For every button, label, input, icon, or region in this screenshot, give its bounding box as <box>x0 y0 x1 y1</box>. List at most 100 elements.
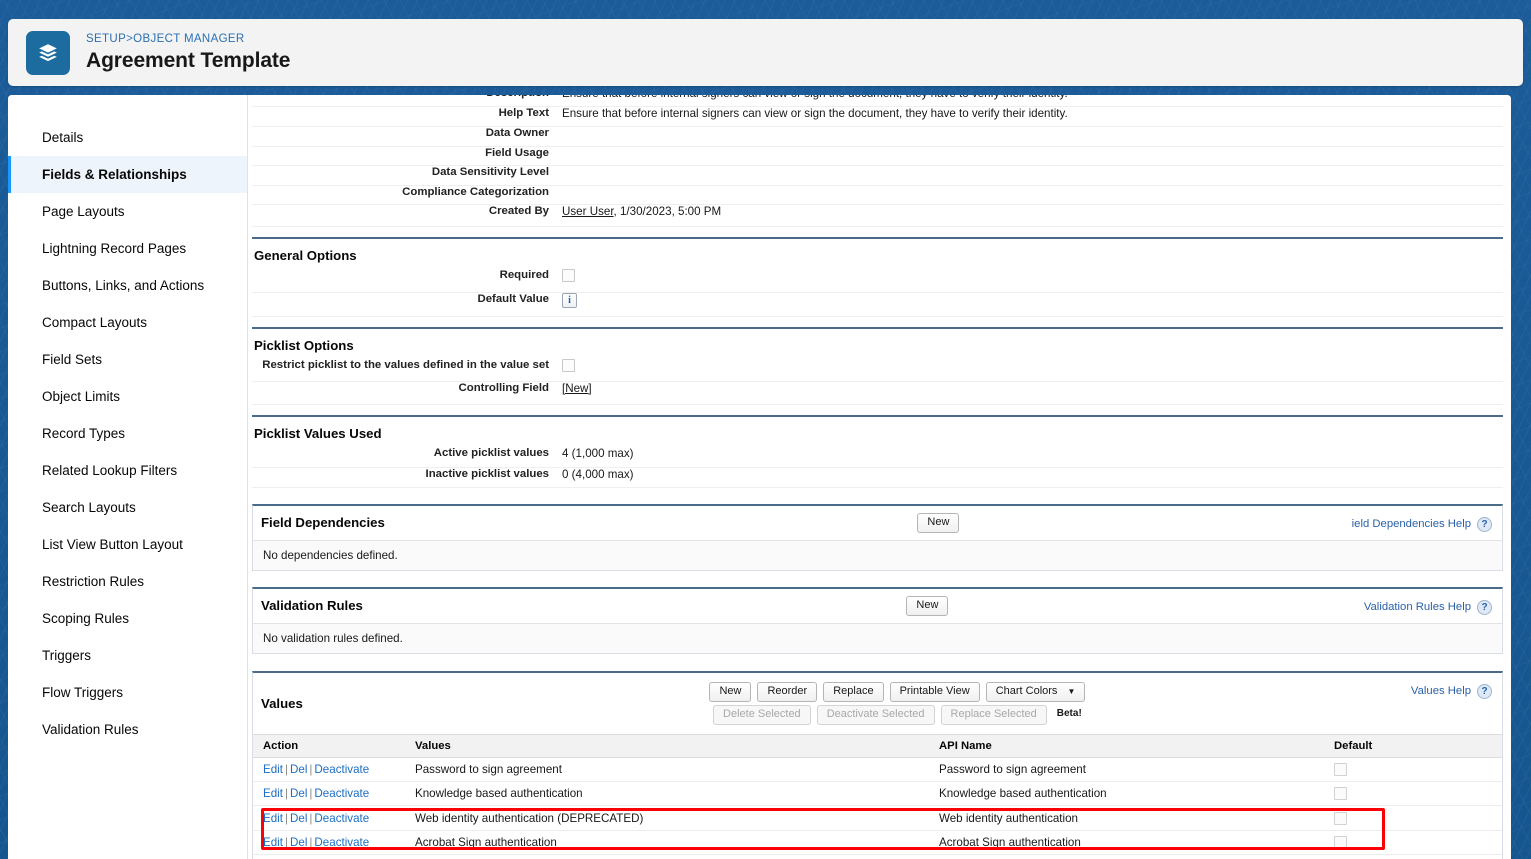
detail-row-created-by: Created By User User, 1/30/2023, 5:00 PM <box>252 205 1503 227</box>
field-dependencies-help-link[interactable]: ield Dependencies Help <box>1352 518 1471 530</box>
breadcrumb-setup-link[interactable]: SETUP <box>86 33 126 45</box>
question-mark-icon[interactable]: ? <box>1477 599 1492 615</box>
restrict-picklist-value <box>562 358 1503 382</box>
detail-row-restrict-picklist: Restrict picklist to the values defined … <box>252 359 1503 382</box>
deactivate-link[interactable]: Deactivate <box>314 812 369 825</box>
values-panel: Values New Reorder Replace Printable Vie… <box>252 670 1503 859</box>
del-link[interactable]: Del <box>290 787 307 800</box>
sidebar-item-flow-triggers[interactable]: Flow Triggers <box>8 674 247 711</box>
controlling-field-new-link[interactable]: [New] <box>562 382 592 395</box>
question-mark-icon[interactable]: ? <box>1477 683 1492 699</box>
del-link[interactable]: Del <box>290 812 307 825</box>
del-link[interactable]: Del <box>290 836 307 849</box>
sidebar-item-page-layouts[interactable]: Page Layouts <box>8 193 247 230</box>
sidebar-item-related-lookup-filters[interactable]: Related Lookup Filters <box>8 452 247 489</box>
deactivate-link[interactable]: Deactivate <box>314 836 369 849</box>
values-printable-view-button[interactable]: Printable View <box>889 681 980 702</box>
inactive-picklist-values-value: 0 (4,000 max) <box>562 467 634 481</box>
edit-link[interactable]: Edit <box>263 763 283 776</box>
values-help-link[interactable]: Values Help <box>1411 685 1471 697</box>
row-api-name: Acrobat Sign authentication <box>929 830 1324 856</box>
default-checkbox[interactable] <box>1334 811 1347 825</box>
default-checkbox[interactable] <box>1334 762 1347 776</box>
row-default <box>1324 757 1502 782</box>
chevron-down-icon: ▼ <box>1067 686 1076 696</box>
question-mark-icon[interactable]: ? <box>1477 516 1492 532</box>
controlling-field-label: Controlling Field <box>458 382 549 394</box>
field-dependencies-empty-message: No dependencies defined. <box>253 539 1502 570</box>
action-separator: | <box>284 762 288 776</box>
sidebar-item-restriction-rules[interactable]: Restriction Rules <box>8 563 247 600</box>
detail-row-help-text: Help Text Ensure that before internal si… <box>252 107 1503 127</box>
chart-colors-label: Chart Colors <box>995 684 1058 697</box>
sidebar-item-fields-relationships[interactable]: Fields & Relationships <box>8 156 247 193</box>
sidebar-item-lightning-record-pages[interactable]: Lightning Record Pages <box>8 230 247 267</box>
field-usage-value <box>562 146 1503 166</box>
values-reorder-button[interactable]: Reorder <box>757 681 818 702</box>
values-chart-colors-dropdown[interactable]: Chart Colors ▼ <box>985 681 1086 702</box>
created-by-label: Created By <box>488 205 549 217</box>
sidebar-item-validation-rules[interactable]: Validation Rules <box>8 711 247 748</box>
column-header-default: Default <box>1324 733 1502 758</box>
del-link[interactable]: Del <box>290 763 307 776</box>
values-help: Values Help ? <box>1411 683 1492 699</box>
object-layers-icon <box>26 30 70 75</box>
active-picklist-values-value: 4 (1,000 max) <box>562 447 634 460</box>
edit-link[interactable]: Edit <box>263 787 283 800</box>
table-row-highlighted: Edit | Del | Deactivate Acrobat Sign authent… <box>253 830 1502 856</box>
help-text-label: Help Text <box>498 107 549 119</box>
sidebar-item-field-sets[interactable]: Field Sets <box>8 341 247 378</box>
sidebar-item-object-limits[interactable]: Object Limits <box>8 378 247 415</box>
sidebar-item-scoping-rules[interactable]: Scoping Rules <box>8 600 247 637</box>
picklist-values-used-table: Active picklist values 4 (1,000 max) Ina… <box>252 447 1503 488</box>
validation-rules-panel: Validation Rules New Validation Rules He… <box>252 586 1503 654</box>
sidebar-item-buttons-links-actions[interactable]: Buttons, Links, and Actions <box>8 267 247 304</box>
column-header-values: Values <box>405 733 929 758</box>
restrict-picklist-checkbox[interactable] <box>562 358 575 372</box>
breadcrumb-object-manager-link[interactable]: OBJECT MANAGER <box>133 33 244 45</box>
values-delete-selected-button[interactable]: Delete Selected <box>713 704 811 725</box>
values-buttons-row-primary: New Reorder Replace Printable View Chart… <box>709 681 1086 702</box>
info-icon[interactable]: i <box>562 292 577 308</box>
validation-rules-title: Validation Rules <box>261 598 363 613</box>
values-new-button[interactable]: New <box>709 681 752 702</box>
row-value: Acrobat Sign authentication <box>405 830 929 856</box>
created-by-user-link[interactable]: User User <box>562 205 614 218</box>
deactivate-link[interactable]: Deactivate <box>314 787 369 800</box>
default-checkbox[interactable] <box>1334 787 1347 801</box>
validation-rules-help-link[interactable]: Validation Rules Help <box>1364 601 1471 613</box>
detail-row-default-value: Default Value i <box>252 292 1503 316</box>
edit-link[interactable]: Edit <box>263 812 283 825</box>
row-actions: Edit | Del | Deactivate <box>253 830 405 856</box>
validation-rules-empty-message: No validation rules defined. <box>253 622 1502 653</box>
values-buttons-row-secondary: Delete Selected Deactivate Selected Repl… <box>713 704 1082 725</box>
row-api-name: Web identity authentication <box>929 805 1324 831</box>
sidebar-item-triggers[interactable]: Triggers <box>8 637 247 674</box>
detail-row-required: Required <box>252 269 1503 292</box>
values-replace-button[interactable]: Replace <box>823 681 884 702</box>
sidebar-item-list-view-button-layout[interactable]: List View Button Layout <box>8 526 247 563</box>
sidebar-item-search-layouts[interactable]: Search Layouts <box>8 489 247 526</box>
edit-link[interactable]: Edit <box>263 836 283 849</box>
sidebar-item-record-types[interactable]: Record Types <box>8 415 247 452</box>
compliance-value <box>562 185 1503 205</box>
detail-row-data-owner: Data Owner <box>252 127 1503 146</box>
values-replace-selected-button[interactable]: Replace Selected <box>940 704 1047 725</box>
row-default <box>1324 805 1502 831</box>
detail-row-data-sensitivity: Data Sensitivity Level <box>252 166 1503 185</box>
created-by-value: User User, 1/30/2023, 5:00 PM <box>562 205 1503 227</box>
field-detail-content: Description Ensure that before internal … <box>248 95 1511 859</box>
required-checkbox[interactable] <box>562 269 575 283</box>
validation-rules-new-button[interactable]: New <box>906 595 949 616</box>
field-dependencies-new-button[interactable]: New <box>917 512 960 533</box>
page-title: Agreement Template <box>86 48 291 72</box>
sidebar-item-compact-layouts[interactable]: Compact Layouts <box>8 304 247 341</box>
values-deactivate-selected-button[interactable]: Deactivate Selected <box>816 704 935 725</box>
column-header-action: Action <box>253 733 405 758</box>
deactivate-link[interactable]: Deactivate <box>314 763 369 776</box>
field-dependencies-title: Field Dependencies <box>261 515 385 530</box>
sidebar-item-details[interactable]: Details <box>8 119 247 156</box>
default-checkbox[interactable] <box>1334 836 1347 850</box>
field-dependencies-panel: Field Dependencies New ield Dependencies… <box>252 503 1503 571</box>
beta-badge: Beta! <box>1056 708 1082 719</box>
